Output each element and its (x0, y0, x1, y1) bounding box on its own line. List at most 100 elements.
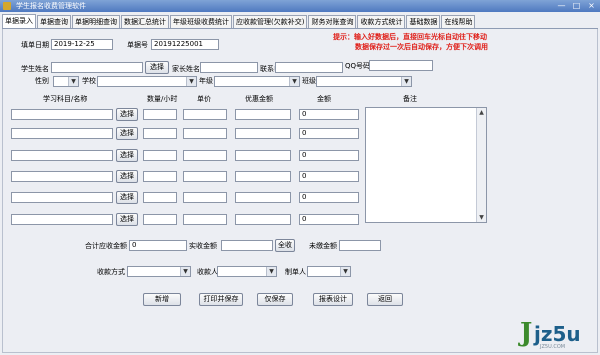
subject-field[interactable] (11, 150, 113, 161)
parent-name-field[interactable] (200, 62, 258, 73)
logo-mark: J (520, 318, 533, 348)
payment-method-select[interactable]: ▼ (127, 266, 191, 277)
tab-grade-class-stats[interactable]: 年级班级收费统计 (170, 15, 232, 28)
report-design-button[interactable]: 报表设计 (313, 293, 353, 306)
qty-field[interactable] (143, 128, 177, 139)
subject-field[interactable] (11, 214, 113, 225)
qty-field[interactable] (143, 109, 177, 120)
save-only-button[interactable]: 仅保存 (257, 293, 293, 306)
receivable-field[interactable]: 0 (129, 240, 187, 251)
discount-field[interactable] (235, 214, 291, 225)
price-field[interactable] (183, 171, 227, 182)
qq-label: QQ号码 (345, 62, 371, 70)
subject-field[interactable] (11, 171, 113, 182)
chevron-down-icon: ▼ (68, 77, 78, 86)
receivable-label: 合计应收金额 (85, 242, 127, 250)
remark-textarea[interactable]: ▲ ▼ (365, 107, 487, 223)
subject-field[interactable] (11, 109, 113, 120)
chevron-down-icon: ▼ (340, 267, 350, 276)
qty-field[interactable] (143, 171, 177, 182)
tab-finance-reconcile[interactable]: 财务对账查询 (308, 15, 357, 28)
scroll-up-icon[interactable]: ▲ (477, 108, 486, 117)
bill-no-label: 单据号 (127, 41, 148, 49)
phone-field[interactable] (275, 62, 343, 73)
received-field[interactable] (221, 240, 273, 251)
print-and-save-button[interactable]: 打印并保存 (199, 293, 243, 306)
date-field[interactable]: 2019-12-25 (51, 39, 113, 50)
subject-field[interactable] (11, 192, 113, 203)
amount-field[interactable]: 0 (299, 128, 359, 139)
gender-label: 性别 (35, 77, 49, 85)
chevron-down-icon: ▼ (401, 77, 411, 86)
discount-field[interactable] (235, 150, 291, 161)
student-select-button[interactable]: 选择 (145, 61, 169, 74)
price-field[interactable] (183, 109, 227, 120)
amount-field[interactable]: 0 (299, 192, 359, 203)
watermark-logo: J jz5u JZ5U.COM (520, 318, 596, 352)
tab-payment-method-stats[interactable]: 收款方式统计 (357, 15, 406, 28)
scroll-down-icon[interactable]: ▼ (477, 213, 486, 222)
tab-basic-data[interactable]: 基础数据 (406, 15, 441, 28)
col-header-qty: 数量/小时 (147, 95, 178, 103)
parent-name-label: 家长姓名 (172, 65, 200, 73)
received-label: 实收金额 (189, 242, 217, 250)
return-button[interactable]: 返回 (367, 293, 403, 306)
chevron-down-icon: ▼ (180, 267, 190, 276)
discount-field[interactable] (235, 192, 291, 203)
qq-field[interactable] (369, 60, 433, 71)
qty-field[interactable] (143, 214, 177, 225)
student-name-field[interactable] (51, 62, 143, 73)
subject-select-button[interactable]: 选择 (116, 191, 138, 204)
school-select[interactable]: ▼ (97, 76, 197, 87)
class-select[interactable]: ▼ (316, 76, 412, 87)
subject-select-button[interactable]: 选择 (116, 213, 138, 226)
new-button[interactable]: 新增 (143, 293, 181, 306)
full-pay-button[interactable]: 全收 (275, 239, 295, 252)
subject-field[interactable] (11, 128, 113, 139)
bill-no-field[interactable]: 20191225001 (151, 39, 219, 50)
window-title: 学生报名收费管理软件 (16, 2, 86, 10)
owed-field[interactable] (339, 240, 381, 251)
tab-strip: 单据录入 单据查询 单据明细查询 数据汇总统计 年级班级收费统计 应收款管理(欠… (2, 14, 598, 29)
qty-field[interactable] (143, 150, 177, 161)
maximize-button[interactable]: □ (572, 1, 581, 10)
tab-online-help[interactable]: 在线帮助 (441, 15, 476, 28)
logo-url: JZ5U.COM (540, 344, 566, 350)
qty-field[interactable] (143, 192, 177, 203)
payee-select[interactable]: ▼ (217, 266, 277, 277)
price-field[interactable] (183, 150, 227, 161)
hint-line-1: 提示：输入好数据后，直接回车光标自动往下移动 (333, 33, 487, 41)
remark-scrollbar[interactable]: ▲ ▼ (476, 108, 486, 222)
owed-label: 未缴金额 (309, 242, 337, 250)
minimize-button[interactable]: — (557, 1, 566, 10)
gender-select[interactable]: ▼ (53, 76, 79, 87)
col-header-remark: 备注 (403, 95, 417, 103)
discount-field[interactable] (235, 128, 291, 139)
discount-field[interactable] (235, 109, 291, 120)
col-header-discount: 优惠金额 (245, 95, 273, 103)
creator-select[interactable]: ▼ (307, 266, 351, 277)
amount-field[interactable]: 0 (299, 171, 359, 182)
amount-field[interactable]: 0 (299, 150, 359, 161)
amount-field[interactable]: 0 (299, 214, 359, 225)
subject-select-button[interactable]: 选择 (116, 149, 138, 162)
price-field[interactable] (183, 192, 227, 203)
close-button[interactable]: × (587, 1, 596, 10)
amount-field[interactable]: 0 (299, 109, 359, 120)
tab-bill-query[interactable]: 单据查询 (37, 15, 71, 28)
creator-label: 制单人 (285, 268, 306, 276)
subject-select-button[interactable]: 选择 (116, 108, 138, 121)
tab-bill-entry[interactable]: 单据录入 (2, 14, 36, 28)
tab-bill-detail-query[interactable]: 单据明细查询 (72, 15, 120, 28)
discount-field[interactable] (235, 171, 291, 182)
price-field[interactable] (183, 128, 227, 139)
tab-data-summary[interactable]: 数据汇总统计 (121, 15, 169, 28)
subject-select-button[interactable]: 选择 (116, 127, 138, 140)
tab-receivables[interactable]: 应收款管理(欠款补交) (233, 15, 308, 28)
price-field[interactable] (183, 214, 227, 225)
chevron-down-icon: ▼ (186, 77, 196, 86)
grade-select[interactable]: ▼ (214, 76, 300, 87)
school-label: 学校 (82, 77, 96, 85)
subject-select-button[interactable]: 选择 (116, 170, 138, 183)
student-name-label: 学生姓名 (21, 65, 49, 73)
